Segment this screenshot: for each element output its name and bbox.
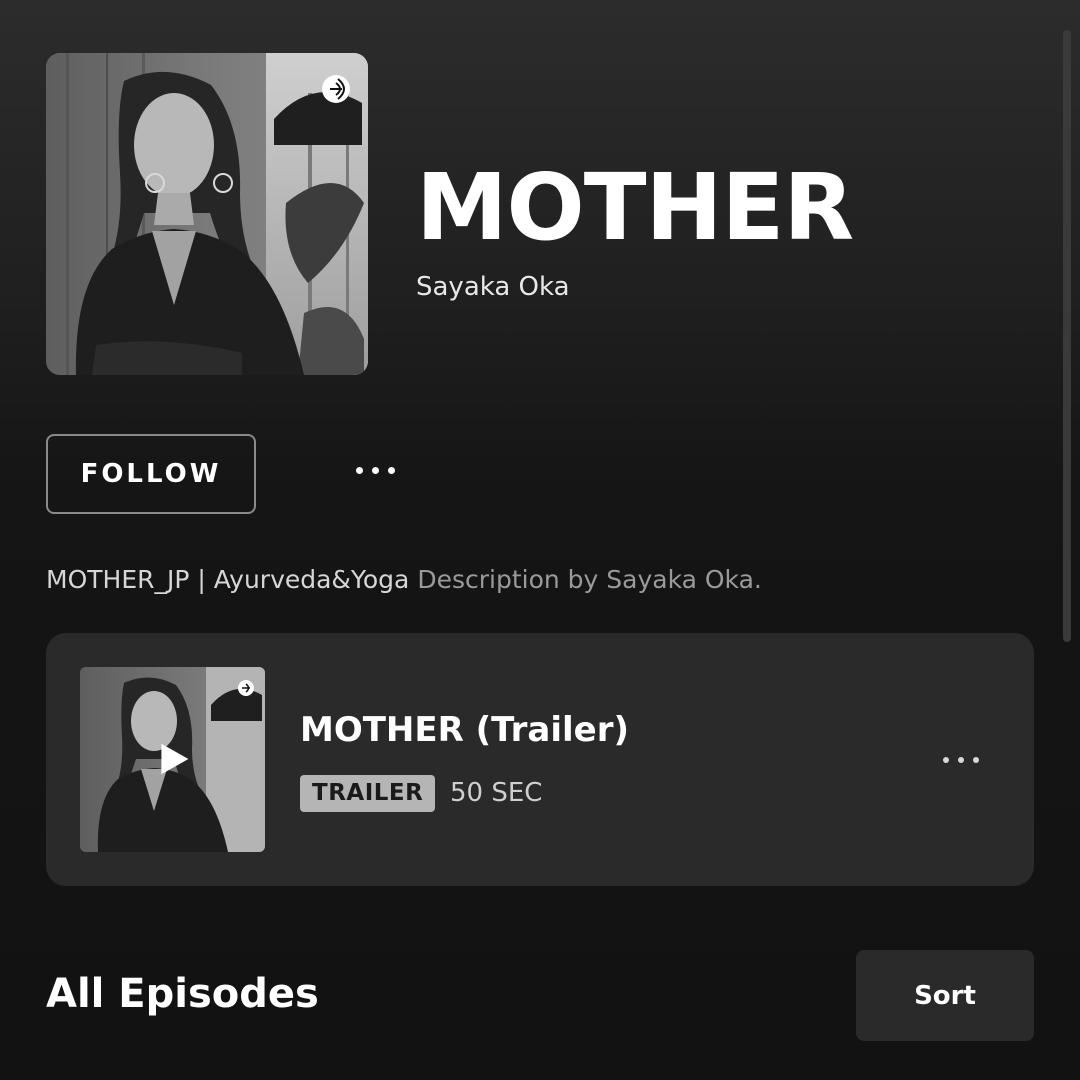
episode-duration: 50 SEC	[450, 778, 543, 808]
play-icon[interactable]	[156, 741, 192, 777]
trailer-episode-card[interactable]: MOTHER (Trailer) TRAILER 50 SEC	[46, 633, 1034, 886]
podcast-author[interactable]: Sayaka Oka	[416, 270, 570, 304]
episode-title[interactable]: MOTHER (Trailer)	[300, 707, 629, 753]
podcast-title: MOTHER	[416, 154, 854, 261]
description-text: MOTHER_JP | Ayurveda&Yoga	[46, 565, 410, 594]
episode-more-options-icon[interactable]	[943, 756, 979, 764]
trailer-badge: TRAILER	[300, 775, 436, 812]
dot	[388, 466, 395, 474]
dot	[958, 757, 964, 763]
scrollbar[interactable]	[1063, 30, 1071, 642]
more-options-icon[interactable]	[356, 465, 395, 475]
dot	[973, 757, 979, 763]
sort-button[interactable]: Sort	[856, 950, 1034, 1041]
podcast-description: MOTHER_JP | Ayurveda&Yoga Description by…	[46, 562, 762, 598]
dot	[356, 466, 363, 474]
follow-button[interactable]: FOLLOW	[46, 434, 256, 514]
episode-thumbnail[interactable]	[80, 667, 265, 852]
dot	[372, 466, 379, 474]
all-episodes-heading: All Episodes	[46, 971, 319, 1017]
podcast-cover-image	[46, 53, 368, 375]
dot	[943, 757, 949, 763]
description-credit: Description by Sayaka Oka.	[417, 565, 762, 594]
